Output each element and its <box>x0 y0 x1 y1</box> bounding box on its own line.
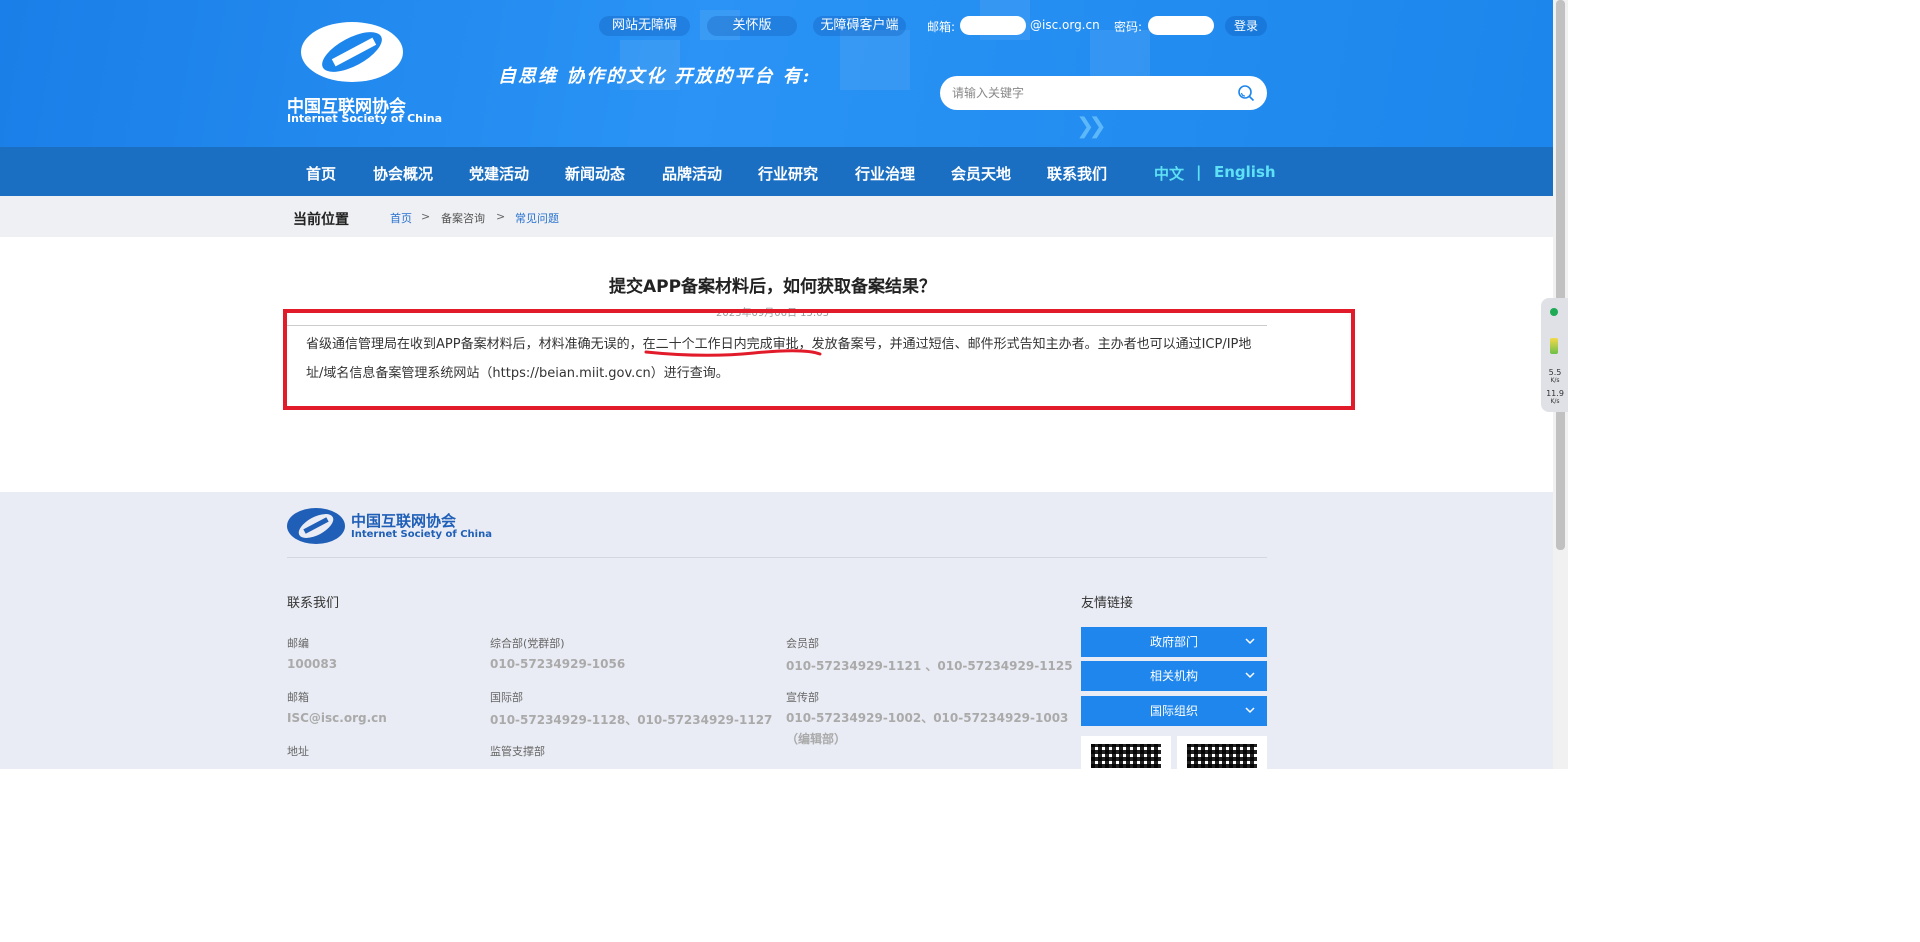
footer-divider <box>287 557 1267 558</box>
chevron-down-icon <box>1245 672 1255 679</box>
postcode-value: 100083 <box>287 657 338 671</box>
search-icon[interactable] <box>1237 84 1255 102</box>
nav-item-news[interactable]: 新闻动态 <box>565 163 625 184</box>
address-label: 地址 <box>287 745 309 758</box>
lang-cn-link[interactable]: 中文 <box>1154 163 1184 184</box>
intl-links-label: 国际组织 <box>1149 704 1198 718</box>
dept-general-label: 综合部(党群部) <box>490 637 565 650</box>
dept-international-phone: 010-57234929-1128、010-57234929-1127 <box>490 713 773 727</box>
chevron-down-icon <box>1245 707 1255 714</box>
email-label: 邮箱: <box>927 20 956 34</box>
upload-unit: K/s <box>1550 377 1560 384</box>
highlight-box <box>283 309 1355 410</box>
nav-item-party[interactable]: 党建活动 <box>469 163 529 184</box>
accessibility-client-link[interactable]: 无障碍客户端 <box>813 16 906 36</box>
download-speed: 11.9 <box>1546 389 1564 398</box>
site-header: 中国互联网协会 Internet Society of China 自思维 协作… <box>0 0 1553 147</box>
dept-international-label: 国际部 <box>490 691 523 704</box>
nav-item-governance[interactable]: 行业治理 <box>855 163 915 184</box>
footer-logo-mark-icon <box>287 508 345 544</box>
nav-item-brand[interactable]: 品牌活动 <box>662 163 722 184</box>
dept-supervision-label: 监管支撑部 <box>490 745 545 758</box>
password-label: 密码: <box>1114 20 1143 34</box>
gov-links-label: 政府部门 <box>1149 635 1198 649</box>
site-logo[interactable]: 中国互联网协会 Internet Society of China <box>287 20 442 125</box>
breadcrumb: 当前位置 首页 > 备案咨询 > 常见问题 <box>0 196 1553 237</box>
search-box <box>940 76 1267 110</box>
breadcrumb-title: 当前位置 <box>293 212 349 228</box>
header-slogan: 自思维 协作的文化 开放的平台 有: <box>498 66 812 87</box>
chevron-down-icon <box>1245 638 1255 645</box>
qr-code-icon <box>1177 736 1267 776</box>
lang-separator: | <box>1196 163 1202 181</box>
friend-links-title: 友情链接 <box>1081 596 1134 611</box>
header-decoration <box>1090 30 1150 80</box>
email-field[interactable] <box>960 16 1026 35</box>
logo-text-en: Internet Society of China <box>287 112 443 125</box>
email-domain: @isc.org.cn <box>1030 18 1100 32</box>
upload-speed: 5.5 <box>1548 368 1562 377</box>
breadcrumb-section[interactable]: 备案咨询 <box>441 210 485 226</box>
email-value[interactable]: ISC@isc.org.cn <box>287 711 387 725</box>
status-dot-icon <box>1550 308 1558 316</box>
login-button[interactable]: 登录 <box>1225 16 1267 36</box>
download-unit: K/s <box>1550 398 1560 405</box>
dept-publicity-phone: 010-57234929-1002、010-57234929-1003（编辑部） <box>786 711 1069 746</box>
postcode-label: 邮编 <box>287 637 309 650</box>
chevron-decoration-icon: ❯❯ <box>1076 114 1107 139</box>
site-footer: 中国互联网协会 Internet Society of China 联系我们 友… <box>0 492 1553 776</box>
breadcrumb-separator: > <box>496 210 506 223</box>
lang-en-link[interactable]: English <box>1214 163 1276 181</box>
search-input[interactable] <box>952 84 1222 102</box>
nav-item-home[interactable]: 首页 <box>306 163 336 184</box>
nav-item-about[interactable]: 协会概况 <box>373 163 433 184</box>
article-title: 提交APP备案材料后，如何获取备案结果？ <box>608 277 937 297</box>
intl-links-dropdown[interactable]: 国际组织 <box>1081 696 1267 726</box>
dept-general-phone: 010-57234929-1056 <box>490 657 626 671</box>
nav-item-members[interactable]: 会员天地 <box>951 163 1011 184</box>
org-links-label: 相关机构 <box>1149 669 1198 683</box>
email-label: 邮箱 <box>287 691 309 704</box>
dept-member-label: 会员部 <box>786 637 819 650</box>
nav-item-contact[interactable]: 联系我们 <box>1047 163 1107 184</box>
scrollbar-thumb[interactable] <box>1556 0 1565 550</box>
breadcrumb-separator: > <box>421 210 431 223</box>
gov-links-dropdown[interactable]: 政府部门 <box>1081 627 1267 657</box>
meter-icon <box>1550 338 1558 354</box>
network-speed-widget[interactable]: 5.5 K/s 11.9 K/s <box>1541 298 1568 412</box>
breadcrumb-current[interactable]: 常见问题 <box>515 210 559 226</box>
qr-code-icon <box>1081 736 1171 776</box>
footer-logo[interactable]: 中国互联网协会 Internet Society of China <box>287 508 492 546</box>
breadcrumb-home-link[interactable]: 首页 <box>390 210 412 226</box>
accessibility-link[interactable]: 网站无障碍 <box>599 16 690 36</box>
org-links-dropdown[interactable]: 相关机构 <box>1081 661 1267 691</box>
main-nav: 首页 协会概况 党建活动 新闻动态 品牌活动 行业研究 行业治理 会员天地 联系… <box>0 147 1553 196</box>
logo-mark-icon <box>301 22 403 82</box>
footer-logo-text-cn: 中国互联网协会 <box>351 512 457 530</box>
contact-title: 联系我们 <box>287 596 340 611</box>
dept-publicity-label: 宣传部 <box>786 691 819 704</box>
header-decoration <box>840 30 910 90</box>
dept-member-phone: 010-57234929-1121 、010-57234929-1125 <box>786 659 1073 673</box>
password-field[interactable] <box>1148 16 1214 35</box>
nav-item-research[interactable]: 行业研究 <box>758 163 818 184</box>
footer-logo-text-en: Internet Society of China <box>351 529 492 540</box>
care-version-link[interactable]: 关怀版 <box>707 16 797 36</box>
